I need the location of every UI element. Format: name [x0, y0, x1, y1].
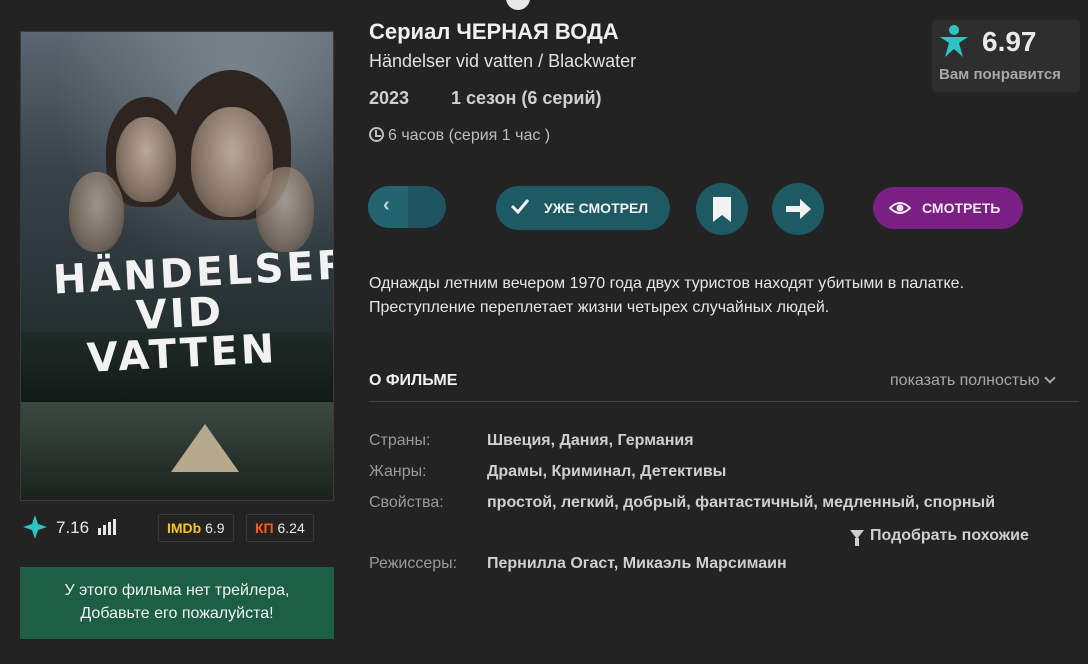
properties-value[interactable]: простой, легкий, добрый, фантастичный, м…: [487, 494, 995, 512]
properties-label: Свойства:: [369, 494, 444, 511]
ratings-row: 7.16 IMDb 6.9 КП 6.24: [20, 512, 334, 544]
top-circle-icon: [506, 0, 530, 10]
show-full-link[interactable]: показать полностью: [890, 372, 1056, 390]
watch-button[interactable]: СМОТРЕТЬ: [873, 187, 1023, 229]
share-button[interactable]: [772, 183, 824, 235]
prediction-score-box: 6.97 Вам понравится: [932, 20, 1080, 92]
prediction-note: Вам понравится: [939, 66, 1061, 83]
person-star-icon: [940, 25, 968, 57]
kp-label: КП: [255, 520, 274, 536]
back-button[interactable]: ‹: [368, 186, 446, 228]
duration: 6 часов (серия 1 час ): [369, 127, 550, 145]
original-title: Händelser vid vatten / Blackwater: [369, 51, 637, 71]
poster[interactable]: HÄNDELSER VID VATTEN: [20, 31, 334, 501]
imdb-label: IMDb: [167, 520, 202, 536]
season-info: 1 сезон (6 серий): [451, 88, 602, 108]
movie-page: HÄNDELSER VID VATTEN 7.16 IMDb 6.9 КП 6.…: [0, 0, 1088, 664]
chevron-left-icon: ‹: [383, 194, 390, 216]
divider: [369, 401, 1079, 402]
directors-label: Режиссеры:: [369, 555, 458, 572]
show-full-label: показать полностью: [890, 372, 1040, 389]
imdb-value: 6.9: [205, 520, 225, 536]
kp-value: 6.24: [277, 520, 305, 536]
bookmark-icon: [713, 197, 731, 222]
watch-label: СМОТРЕТЬ: [922, 200, 1001, 216]
site-rating-value: 7.16: [56, 518, 90, 537]
arrow-right-icon: [786, 199, 811, 219]
bookmark-button[interactable]: [696, 183, 748, 235]
find-similar-label: Подобрать похожие: [870, 527, 1029, 544]
no-trailer-line2: Добавьте его пожалуйста!: [80, 605, 274, 622]
no-trailer-line1: У этого фильма нет трейлера,: [64, 582, 290, 599]
bars-icon: [98, 519, 116, 535]
imdb-badge[interactable]: IMDb 6.9: [158, 514, 234, 542]
eye-icon: [889, 202, 911, 214]
about-heading: О ФИЛЬМЕ: [369, 372, 458, 389]
star-icon: [23, 515, 47, 539]
genres-value[interactable]: Драмы, Криминал, Детективы: [487, 463, 726, 481]
countries-value[interactable]: Швеция, Дания, Германия: [487, 432, 694, 450]
duration-text: 6 часов (серия 1 час ): [388, 127, 551, 144]
release-year: 2023: [369, 88, 410, 108]
genres-label: Жанры:: [369, 463, 427, 480]
find-similar-link[interactable]: Подобрать похожие: [850, 527, 1029, 546]
prediction-score: 6.97: [982, 26, 1037, 57]
page-title: Сериал ЧЕРНАЯ ВОДА: [369, 19, 619, 44]
description-line1: Однажды летним вечером 1970 года двух ту…: [369, 275, 965, 292]
description: Однажды летним вечером 1970 года двух ту…: [369, 272, 1069, 320]
already-watched-label: УЖЕ СМОТРЕЛ: [544, 200, 649, 216]
clock-icon: [369, 127, 384, 142]
already-watched-button[interactable]: УЖЕ СМОТРЕЛ: [496, 186, 670, 230]
poster-title-art: HÄNDELSER VID VATTEN: [51, 242, 334, 382]
no-trailer-notice[interactable]: У этого фильма нет трейлера, Добавьте ег…: [20, 567, 334, 639]
description-line2: Преступление переплетает жизни четырех с…: [369, 299, 830, 316]
check-icon: [510, 199, 530, 215]
countries-label: Страны:: [369, 432, 431, 449]
kp-badge[interactable]: КП 6.24: [246, 514, 314, 542]
funnel-icon: [850, 530, 864, 546]
directors-value[interactable]: Пернилла Огаст, Микаэль Марсимаин: [487, 555, 787, 573]
chevron-down-icon: [1043, 372, 1056, 384]
